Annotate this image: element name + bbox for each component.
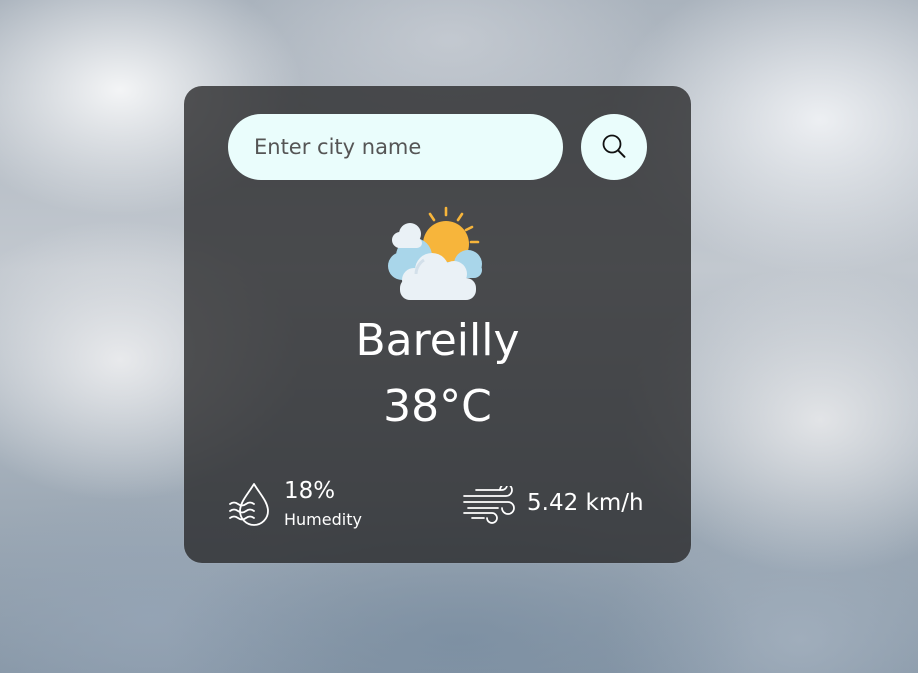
humidity-value: 18% bbox=[284, 478, 336, 504]
wind-icon bbox=[463, 486, 515, 524]
city-search-input[interactable] bbox=[228, 114, 563, 180]
wind-block: 5.42 km/h bbox=[462, 482, 652, 530]
weather-page: { "search": { "placeholder": "Enter city… bbox=[0, 0, 918, 673]
weather-card: Bareilly 38°C 18% Humedity 5.42 km/h bbox=[184, 86, 691, 563]
humidity-block: 18% Humedity bbox=[228, 476, 428, 536]
search-bar bbox=[228, 114, 647, 180]
city-name: Bareilly bbox=[355, 315, 520, 366]
humidity-label: Humedity bbox=[284, 510, 362, 529]
wind-speed: 5.42 km/h bbox=[527, 490, 644, 516]
humidity-drop-icon bbox=[229, 483, 269, 526]
search-button[interactable] bbox=[581, 114, 647, 180]
search-icon bbox=[602, 134, 626, 158]
partly-cloudy-sun-icon bbox=[388, 206, 482, 300]
temperature: 38°C bbox=[383, 381, 492, 432]
